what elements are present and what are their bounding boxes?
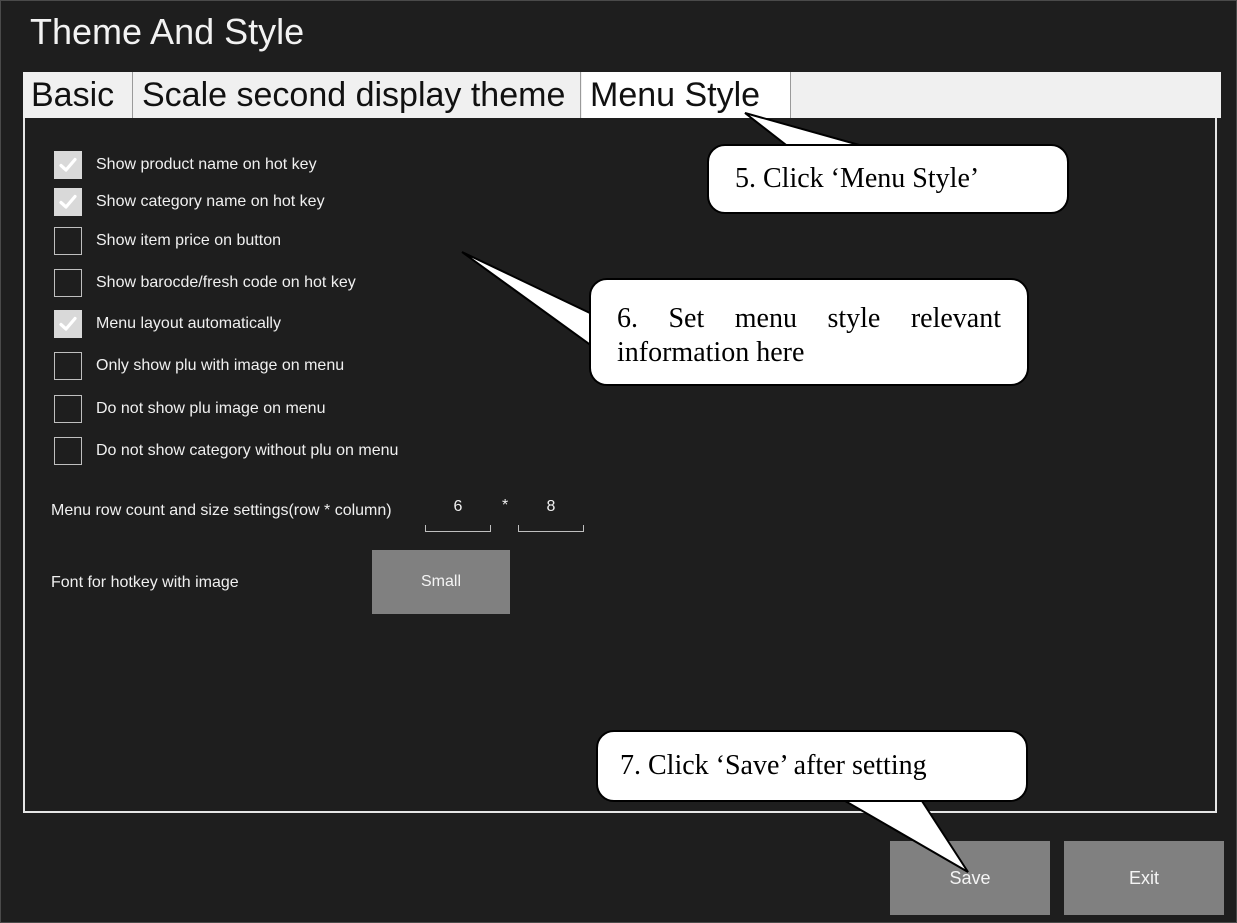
- callout-step-7-text: 7. Click ‘Save’ after setting: [620, 750, 927, 781]
- callout-step-6-word: 6.: [617, 303, 638, 334]
- callout-5-pointer: [744, 112, 871, 149]
- callout-step-6: 6. Set menu style relevant information h…: [589, 278, 1029, 386]
- callout-6-pointer: [461, 251, 593, 348]
- callout-step-6-word: style: [827, 303, 881, 334]
- callout-step-5: 5. Click ‘Menu Style’: [707, 144, 1069, 214]
- callout-step-6-line2: information here: [617, 337, 805, 368]
- callout-step-6-word: Set: [668, 303, 705, 334]
- callout-step-5-text: 5. Click ‘Menu Style’: [735, 163, 980, 194]
- callout-step-6-word: menu: [734, 303, 797, 334]
- callout-step-7: 7. Click ‘Save’ after setting: [596, 730, 1028, 802]
- callout-step-6-line1: 6. Set menu style relevant: [617, 302, 1001, 336]
- callout-step-6-word: relevant: [910, 303, 1001, 334]
- callout-7-pointer: [836, 797, 969, 873]
